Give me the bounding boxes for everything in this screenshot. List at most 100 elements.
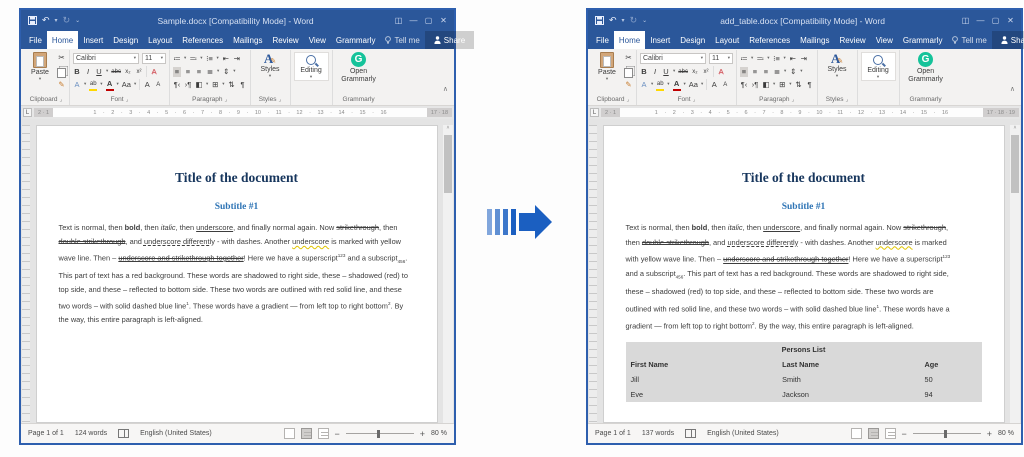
minimize-icon[interactable]: — [973,10,988,31]
proofing-icon[interactable] [118,429,129,438]
maximize-icon[interactable]: ▢ [988,10,1003,31]
open-grammarly-button[interactable]: G Open Grammarly [336,52,382,85]
grow-font-button[interactable]: A [143,80,151,90]
tab-review[interactable]: Review [834,31,870,49]
change-case-button[interactable]: Aa [122,80,131,90]
clipboard-dialog-launcher-icon[interactable]: ⌟ [627,96,630,103]
document-page[interactable]: Title of the document Subtitle #1 Text i… [36,125,438,423]
minimize-icon[interactable]: — [406,10,421,31]
change-case-button[interactable]: Aa [689,80,698,90]
shading-icon[interactable]: ◧ [762,80,770,90]
cut-icon[interactable]: ✂ [624,53,633,63]
redo-icon[interactable]: ↻ [630,16,638,25]
multilevel-list-icon[interactable]: ⁝≡ [773,54,781,64]
sort-icon[interactable]: ⇅ [795,80,803,90]
clipboard-dialog-launcher-icon[interactable]: ⌟ [60,96,63,103]
italic-button[interactable]: I [84,67,92,77]
web-layout-icon[interactable] [318,428,329,439]
collapse-ribbon-icon[interactable]: ∧ [439,85,452,105]
zoom-in-icon[interactable]: + [420,429,425,439]
zoom-slider[interactable] [346,433,414,434]
borders-icon[interactable]: ⊞ [778,80,786,90]
align-right-icon[interactable]: ≡ [195,67,203,77]
tab-mailings[interactable]: Mailings [795,31,834,49]
numbering-icon[interactable]: ≕ [189,54,197,64]
shrink-font-button[interactable]: A [154,80,162,90]
tab-selector[interactable]: L [23,108,32,117]
font-dialog-launcher-icon[interactable]: ⌟ [126,96,129,103]
word-count[interactable]: 124 words [75,430,107,437]
proofing-icon[interactable] [685,429,696,438]
collapse-ribbon-icon[interactable]: ∧ [1006,85,1019,105]
editing-button[interactable]: Editing▾ [861,52,896,81]
decrease-indent-icon[interactable]: ⇤ [789,54,797,64]
line-spacing-icon[interactable]: ⇕ [222,67,230,77]
tab-references[interactable]: References [744,31,795,49]
zoom-in-icon[interactable]: + [987,429,992,439]
tab-file[interactable]: File [591,31,614,49]
tab-home[interactable]: Home [47,31,78,49]
text-glow-button[interactable]: A [640,80,648,90]
text-effects-button[interactable]: A [717,67,725,77]
font-size-combobox[interactable]: 11▾ [709,53,733,64]
zoom-out-icon[interactable]: − [335,429,340,439]
read-mode-icon[interactable] [284,428,295,439]
word-count[interactable]: 137 words [642,430,674,437]
borders-icon[interactable]: ⊞ [211,80,219,90]
page-indicator[interactable]: Page 1 of 1 [595,430,631,437]
zoom-level[interactable]: 80 % [431,430,447,437]
close-icon[interactable]: ✕ [436,10,451,31]
close-icon[interactable]: ✕ [1003,10,1018,31]
redo-icon[interactable]: ↻ [63,16,71,25]
print-layout-icon[interactable] [301,428,312,439]
open-grammarly-button[interactable]: G Open Grammarly [903,52,949,85]
vertical-scrollbar[interactable]: ˄ [443,125,453,423]
sort-icon[interactable]: ⇅ [228,80,236,90]
increase-indent-icon[interactable]: ⇥ [800,54,808,64]
zoom-level[interactable]: 80 % [998,430,1014,437]
bullets-icon[interactable]: ≔ [173,54,181,64]
font-color-button[interactable]: A [673,79,681,91]
document-table[interactable]: Persons List First Name Last Name Age Ji… [626,342,982,402]
line-spacing-icon[interactable]: ⇕ [789,67,797,77]
tab-selector[interactable]: L [590,108,599,117]
tab-view[interactable]: View [304,31,331,49]
tab-insert[interactable]: Insert [78,31,108,49]
zoom-slider-thumb[interactable] [944,430,947,438]
justify-icon[interactable]: ≣ [773,67,781,77]
font-name-combobox[interactable]: Calibri▾ [73,53,139,64]
justify-icon[interactable]: ≣ [206,67,214,77]
highlight-color-button[interactable]: ab [656,79,664,91]
align-left-icon[interactable]: ≡ [173,67,181,77]
language-indicator[interactable]: English (United States) [707,430,779,437]
increase-indent-icon[interactable]: ⇥ [233,54,241,64]
italic-button[interactable]: I [651,67,659,77]
shrink-font-button[interactable]: A [721,80,729,90]
format-painter-icon[interactable]: ✎ [57,80,66,90]
tab-layout[interactable]: Layout [710,31,744,49]
save-icon[interactable] [595,16,604,25]
grow-font-button[interactable]: A [710,80,718,90]
vertical-scrollbar[interactable]: ˄ [1010,125,1020,423]
align-center-icon[interactable]: ≡ [184,67,192,77]
tab-insert[interactable]: Insert [645,31,675,49]
bold-button[interactable]: B [640,67,648,77]
tab-grammarly[interactable]: Grammarly [331,31,381,49]
print-layout-icon[interactable] [868,428,879,439]
bullets-icon[interactable]: ≔ [740,54,748,64]
save-icon[interactable] [28,16,37,25]
horizontal-ruler[interactable]: L 2 · 1 1 · 2 · 3 · 4 · 5 · 6 · 7 · 8 · … [21,106,454,119]
format-painter-icon[interactable]: ✎ [624,80,633,90]
web-layout-icon[interactable] [885,428,896,439]
paragraph-dialog-launcher-icon[interactable]: ⌟ [225,96,228,103]
maximize-icon[interactable]: ▢ [421,10,436,31]
tell-me-box[interactable]: Tell me [947,31,991,49]
scrollbar-thumb[interactable] [444,135,452,193]
tab-file[interactable]: File [24,31,47,49]
underline-button[interactable]: U [95,67,103,77]
tab-design[interactable]: Design [108,31,143,49]
scrollbar-thumb[interactable] [1011,135,1019,193]
strikethrough-button[interactable]: abc [111,67,121,77]
tab-references[interactable]: References [177,31,228,49]
highlight-color-button[interactable]: ab [89,79,97,91]
